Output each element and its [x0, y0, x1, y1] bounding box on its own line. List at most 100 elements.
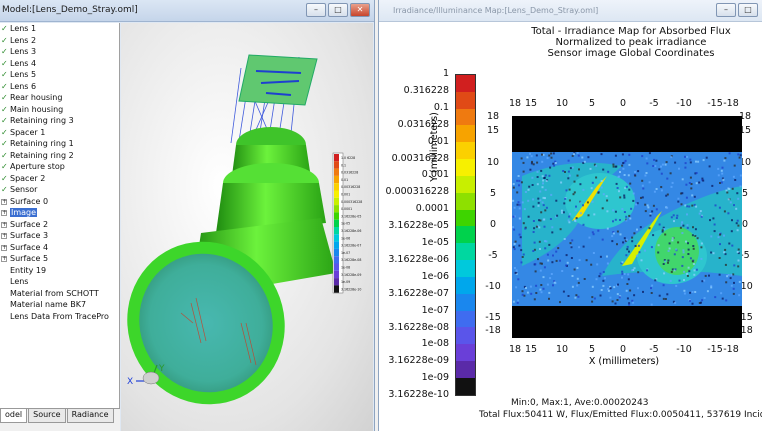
map-title-line-1: Total - Irradiance Map for Absorbed Flux: [531, 26, 731, 37]
restore-button[interactable]: □: [328, 3, 348, 17]
checkmark-icon: ✓: [1, 139, 8, 148]
x-tick-label: 10: [555, 344, 569, 355]
mini-colorbar-segment: [334, 219, 339, 227]
colorbar-segment: [456, 209, 475, 227]
tree-item[interactable]: ✓ Lens 4: [0, 58, 119, 70]
tree-item[interactable]: + Surface 2: [0, 219, 119, 231]
tree-item[interactable]: + Surface 0: [0, 196, 119, 208]
tree-item[interactable]: + Surface 5: [0, 253, 119, 265]
tree-item[interactable]: ✓ Lens 5: [0, 69, 119, 81]
mini-colorbar-label: 3.16228e-06: [341, 229, 361, 233]
expand-icon[interactable]: +: [1, 221, 7, 228]
expand-icon[interactable]: +: [1, 244, 7, 251]
minimize-button[interactable]: –: [716, 3, 736, 17]
colorbar-segment: [456, 344, 475, 362]
tree-item-label: Lens 6: [10, 81, 37, 91]
mini-colorbar-label: 0.001: [341, 193, 350, 197]
tree-item-label: Surface 5: [10, 254, 49, 263]
close-button[interactable]: ✕: [350, 3, 370, 17]
x-tick-label: 10: [555, 98, 569, 109]
mini-colorbar-label: 0.01: [341, 178, 348, 182]
tree-item[interactable]: ✓ Lens 2: [0, 35, 119, 47]
y-tick-label: 10: [486, 157, 500, 168]
y-tick-label: 18: [486, 111, 500, 122]
colorbar-label: 1e-05: [421, 237, 449, 248]
y-tick-label: -18: [485, 325, 501, 336]
mini-colorbar-label: 1e-05: [341, 222, 350, 226]
tree-item[interactable]: + Surface 4: [0, 242, 119, 254]
checkmark-icon: ✓: [1, 116, 8, 125]
tree-item[interactable]: ✓ Aperture stop: [0, 161, 119, 173]
mini-colorbar-label: 3.16228e-09: [341, 273, 361, 277]
checkmark-icon: ✓: [1, 173, 8, 183]
mini-colorbar-segment: [334, 154, 339, 162]
tree-item-label: Material from SCHOTT: [10, 288, 99, 298]
colorbar-label: 3.16228e-08: [388, 321, 449, 333]
restore-button[interactable]: □: [738, 3, 758, 17]
colorbar-segment: [456, 108, 475, 126]
colorbar-label: 3.16228e-10: [388, 389, 449, 401]
checkmark-icon: ✓: [1, 24, 8, 33]
tree-item[interactable]: Material from SCHOTT: [0, 288, 119, 300]
irradiance-window-title-bar[interactable]: Irradiance/Illuminance Map:[Lens_Demo_St…: [379, 0, 762, 22]
colorbar-label: 1: [442, 68, 449, 79]
irradiance-map[interactable]: [512, 116, 742, 338]
tree-item-label: Image: [10, 208, 38, 217]
tree-item[interactable]: ✓ Sensor: [0, 184, 119, 196]
x-tick-label: 15: [524, 344, 538, 355]
x-tick-label: -18: [723, 98, 739, 109]
expand-icon[interactable]: +: [1, 256, 7, 262]
mini-colorbar-segment: [334, 270, 339, 279]
mini-colorbar-label: 3.16228e-10: [341, 287, 361, 291]
mini-colorbar-segment: [334, 161, 339, 169]
mini-colorbar-label: 0.1: [341, 163, 346, 167]
tree-item[interactable]: ✓ Retaining ring 3: [0, 115, 119, 127]
colorbar: [455, 74, 476, 396]
tree-item[interactable]: + Surface 3: [0, 230, 119, 242]
tree-item[interactable]: ✓ Main housing: [0, 104, 119, 116]
mini-colorbar-segment: [334, 168, 339, 176]
mini-colorbar-label: 1.0 6228: [341, 156, 355, 160]
tree-item[interactable]: Entity 19: [0, 265, 119, 277]
tree-item-label: Spacer 1: [10, 127, 46, 137]
model-tabs: odel Source Radiance: [0, 408, 120, 431]
x-tick-label: 5: [588, 344, 596, 355]
mini-colorbar-segment: [334, 256, 339, 264]
tree-item[interactable]: ✓ Retaining ring 1: [0, 138, 119, 150]
lens-assembly-render: 1.0 6228 0.1 0.0316228 0.01 0.00316228 0.001 0…: [127, 54, 362, 405]
colorbar-segment: [456, 125, 475, 143]
tree-item-label: Lens 2: [10, 35, 37, 45]
map-title-line-2: Normalized to peak irradiance: [555, 37, 707, 48]
colorbar-segment: [456, 260, 475, 277]
tree-item-label: Main housing: [10, 104, 64, 114]
mini-colorbar-label: 1e-07: [341, 251, 350, 255]
tree-item-label: Surface 3: [10, 231, 49, 240]
colorbar-segment: [456, 310, 475, 328]
tree-item[interactable]: ✓ Lens 3: [0, 46, 119, 58]
tab-model[interactable]: odel: [0, 409, 28, 423]
tree-item[interactable]: ✓ Spacer 2: [0, 173, 119, 185]
minimize-button[interactable]: –: [306, 3, 326, 17]
checkmark-icon: ✓: [1, 47, 8, 56]
expand-icon[interactable]: +: [1, 198, 7, 205]
stats-text: Min:0, Max:1, Ave:0.00020243: [511, 398, 649, 408]
mini-colorbar-segment: [334, 212, 339, 220]
map-title-line-3: Sensor image Global Coordinates: [547, 48, 715, 59]
tab-radiance[interactable]: Radiance: [66, 409, 114, 423]
tree-item[interactable]: Lens: [0, 276, 119, 288]
expand-icon[interactable]: +: [1, 210, 7, 216]
tree-item[interactable]: Lens Data From TracePro: [0, 311, 119, 323]
tree-item[interactable]: ✓ Lens 6: [0, 81, 119, 93]
tree-item-label: Lens: [10, 277, 29, 286]
tree-item[interactable]: + Image: [0, 207, 119, 219]
expand-icon[interactable]: +: [1, 233, 7, 239]
y-tick-label: 0: [489, 219, 497, 230]
tree-item[interactable]: ✓ Lens 1: [0, 23, 119, 35]
tree-item[interactable]: ✓ Retaining ring 2: [0, 150, 119, 162]
3d-model-viewport[interactable]: 1.0 6228 0.1 0.0316228 0.01 0.00316228 0.001 0…: [121, 23, 373, 431]
model-window-title-bar[interactable]: Model:[Lens_Demo_Stray.oml] – □ ✕: [0, 0, 374, 22]
tab-source[interactable]: Source: [28, 409, 66, 423]
tree-item[interactable]: ✓ Spacer 1: [0, 127, 119, 139]
tree-item[interactable]: ✓ Rear housing: [0, 92, 119, 104]
tree-item[interactable]: Material name BK7: [0, 299, 119, 311]
